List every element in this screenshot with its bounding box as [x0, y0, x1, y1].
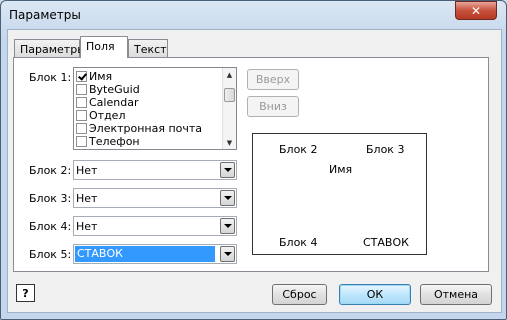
checkbox[interactable] [76, 97, 87, 108]
list-item-label: ByteGuid [89, 83, 140, 96]
dropdown-button[interactable] [220, 218, 235, 234]
block5-value: СТАВОК [75, 246, 215, 262]
block4-label: Блок 4: [29, 220, 72, 233]
tab-parameters[interactable]: Параметры [14, 39, 86, 57]
checkbox[interactable] [76, 84, 87, 95]
checkbox[interactable] [76, 123, 87, 134]
tab-text[interactable]: Текст [128, 39, 168, 57]
preview-block4: Блок 4 [279, 236, 318, 249]
preview-block3: Блок 3 [366, 143, 405, 156]
move-up-button[interactable]: Вверх [247, 69, 299, 90]
scroll-thumb[interactable] [224, 88, 235, 102]
list-item-label: Имя [89, 70, 113, 83]
checkbox[interactable] [76, 136, 87, 147]
scroll-down-arrow-icon[interactable]: ▼ [223, 136, 236, 149]
list-item[interactable]: Имя [76, 70, 112, 83]
block1-label: Блок 1: [29, 71, 72, 84]
block2-select[interactable]: Нет [73, 160, 237, 180]
list-item-label: Отдел [89, 109, 126, 122]
move-down-button[interactable]: Вниз [247, 96, 299, 117]
block3-value: Нет [76, 192, 98, 205]
preview-block5: СТАВОК [363, 236, 409, 249]
dropdown-button[interactable] [220, 190, 235, 206]
list-item[interactable]: Calendar [76, 96, 138, 109]
checkbox[interactable] [76, 110, 87, 121]
tab-fields[interactable]: Поля [80, 36, 128, 58]
list-item-label: Телефон [89, 135, 140, 148]
block1-field-list[interactable]: Имя ByteGuid Calendar Отдел Электронная … [73, 67, 237, 150]
scroll-up-arrow-icon[interactable]: ▲ [223, 68, 236, 81]
list-item-label: Электронная почта [89, 122, 203, 135]
list-item[interactable]: Телефон [76, 135, 140, 148]
list-item[interactable]: Отдел [76, 109, 125, 122]
block2-label: Блок 2: [29, 164, 72, 177]
reset-button[interactable]: Сброс [272, 284, 327, 305]
close-button[interactable]: ✕ [455, 1, 497, 20]
window-title: Параметры [9, 8, 81, 22]
block4-select[interactable]: Нет [73, 216, 237, 236]
dropdown-button[interactable] [220, 162, 235, 178]
chevron-down-icon [223, 196, 232, 200]
preview-block2: Блок 2 [279, 143, 318, 156]
block4-value: Нет [76, 220, 98, 233]
list-item[interactable]: ByteGuid [76, 83, 140, 96]
block3-select[interactable]: Нет [73, 188, 237, 208]
chevron-down-icon [223, 168, 232, 172]
checkbox[interactable] [76, 71, 87, 82]
chevron-down-icon [223, 224, 232, 228]
block2-value: Нет [76, 164, 98, 177]
block3-label: Блок 3: [29, 192, 72, 205]
close-icon: ✕ [470, 3, 482, 18]
chevron-down-icon [223, 252, 232, 256]
ok-button[interactable]: ОК [339, 284, 411, 305]
list-item[interactable]: Электронная почта [76, 122, 202, 135]
block5-label: Блок 5: [29, 248, 72, 261]
help-icon[interactable]: ? [16, 284, 35, 302]
layout-preview: Блок 2 Блок 3 Имя Блок 4 СТАВОК [252, 133, 427, 255]
block5-select[interactable]: СТАВОК [73, 244, 237, 264]
preview-center: Имя [329, 163, 353, 176]
dropdown-button[interactable] [220, 246, 235, 262]
cancel-button[interactable]: Отмена [420, 284, 492, 305]
list-item-label: Calendar [89, 96, 139, 109]
list-scrollbar[interactable]: ▲ ▼ [222, 68, 236, 149]
